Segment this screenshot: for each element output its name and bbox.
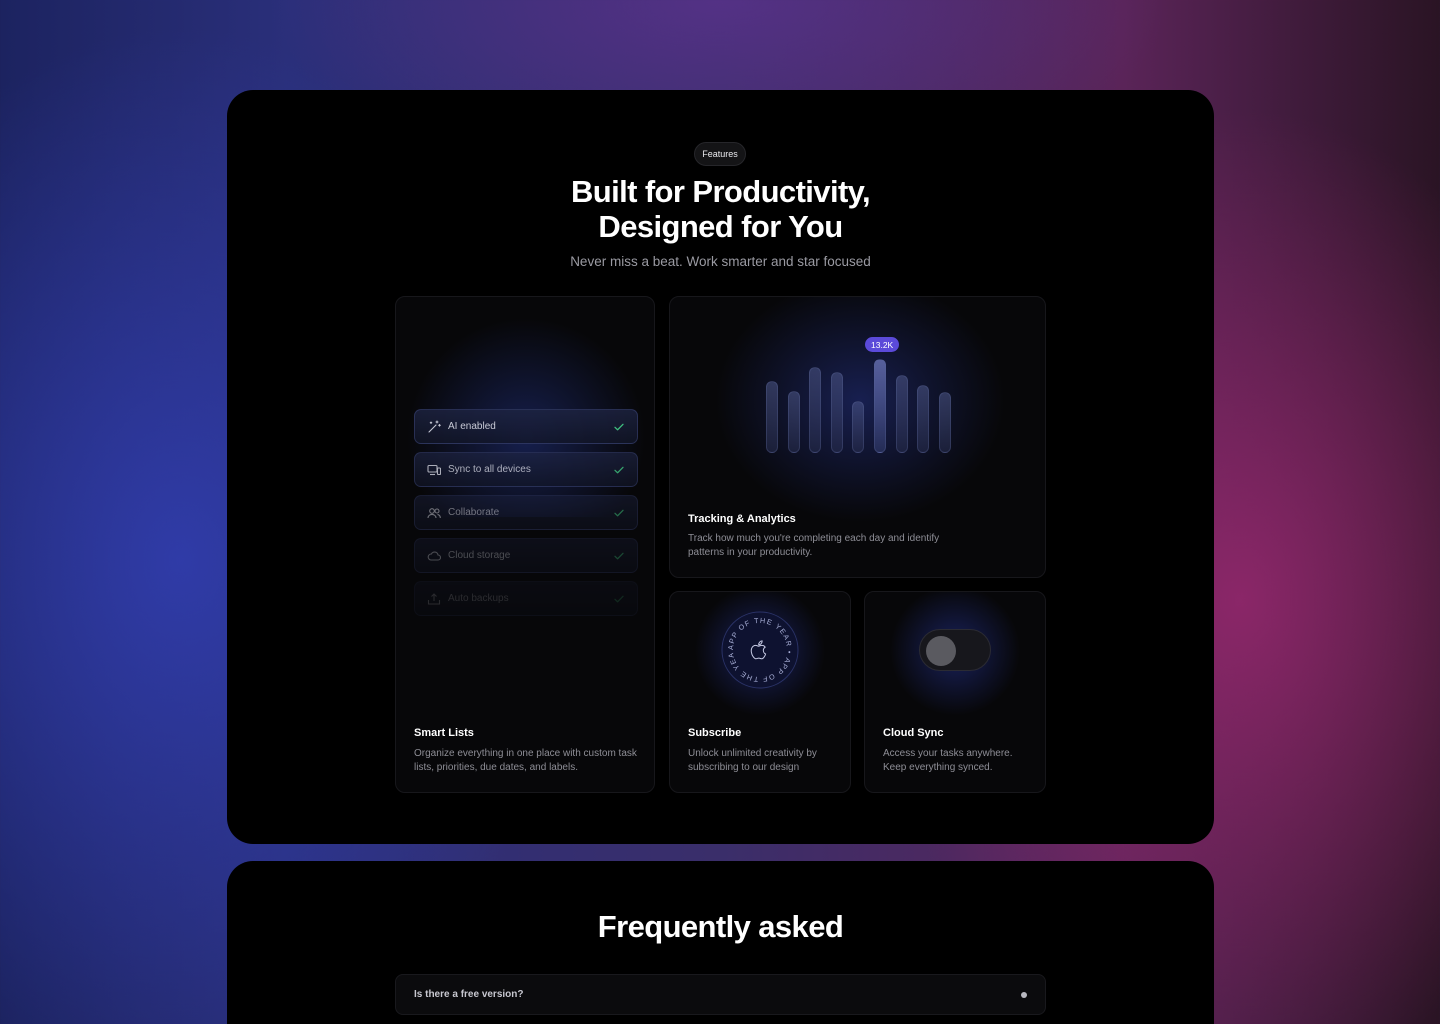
- faq-item[interactable]: Is there a free version?: [395, 974, 1046, 1015]
- subscribe-title: Subscribe: [688, 727, 742, 739]
- feature-row[interactable]: Sync to all devices: [414, 452, 638, 487]
- tracking-description: Track how much you're completing each da…: [688, 533, 940, 558]
- feature-label: AI enabled: [448, 421, 496, 432]
- analytics-bar: [917, 385, 929, 453]
- cloud-sync-description: Access your tasks anywhere. Keep everyth…: [883, 748, 1013, 773]
- page-subtitle: Never miss a beat. Work smarter and star…: [570, 254, 871, 269]
- tracking-card: 13.2K Tracking & Analytics Track how muc…: [669, 296, 1046, 578]
- analytics-bar: [939, 392, 951, 453]
- feature-row[interactable]: Collaborate: [414, 495, 638, 530]
- analytics-bar: [788, 391, 800, 453]
- devices-icon: [427, 463, 441, 477]
- title-line-2: Designed for You: [598, 209, 843, 244]
- toggle-knob[interactable]: [926, 636, 956, 666]
- analytics-bar: [896, 375, 908, 453]
- cloud-sync-title: Cloud Sync: [883, 727, 944, 739]
- feature-row[interactable]: AI enabled: [414, 409, 638, 444]
- app-of-the-year-seal: APP OF THE YEAR • APP OF THE YEAR •: [720, 610, 799, 689]
- check-icon: [613, 550, 625, 562]
- cloud-icon: [427, 549, 441, 563]
- users-icon: [427, 506, 441, 520]
- analytics-bar: [874, 359, 886, 453]
- tracking-title: Tracking & Analytics: [688, 513, 796, 525]
- magic-wand-icon: [427, 419, 441, 434]
- smart-lists-description: Organize everything in one place with cu…: [414, 748, 637, 773]
- features-pill: Features: [694, 142, 746, 166]
- analytics-bar: [809, 367, 821, 453]
- check-icon: [613, 421, 625, 433]
- value-badge: 13.2K: [865, 337, 900, 352]
- feature-label: Collaborate: [448, 507, 500, 518]
- subscribe-card: APP OF THE YEAR • APP OF THE YEAR • Subs…: [669, 591, 851, 793]
- feature-label: Cloud storage: [448, 550, 511, 561]
- sync-toggle[interactable]: [919, 629, 991, 671]
- title-line-1: Built for Productivity,: [570, 174, 871, 209]
- expand-dot-icon[interactable]: [1021, 991, 1027, 998]
- smart-lists-title: Smart Lists: [414, 727, 474, 739]
- smart-lists-card: AI enabled Sync to all devices Collaborate…: [395, 296, 655, 793]
- features-panel: Features Built for Productivity, Designe…: [227, 90, 1214, 844]
- feature-row[interactable]: Cloud storage: [414, 538, 638, 573]
- cloud-sync-card: Cloud Sync Access your tasks anywhere. K…: [864, 591, 1046, 793]
- analytics-bar: [852, 401, 864, 453]
- subscribe-description: Unlock unlimited creativity by subscribi…: [688, 748, 817, 773]
- check-icon: [613, 507, 625, 519]
- analytics-bar: [766, 381, 778, 453]
- faq-title: Frequently asked: [597, 909, 844, 944]
- feature-row[interactable]: Auto backups: [414, 581, 638, 616]
- feature-label: Auto backups: [448, 593, 509, 604]
- faq-question[interactable]: Is there a free version?: [414, 989, 1021, 1000]
- check-icon: [613, 593, 625, 605]
- faq-panel: Frequently asked Is there a free version…: [227, 861, 1214, 1024]
- feature-label: Sync to all devices: [448, 464, 531, 475]
- page-title: Built for Productivity, Designed for You: [227, 174, 1214, 244]
- upload-tray-icon: [427, 592, 441, 606]
- analytics-bar: [831, 372, 843, 453]
- check-icon: [613, 464, 625, 476]
